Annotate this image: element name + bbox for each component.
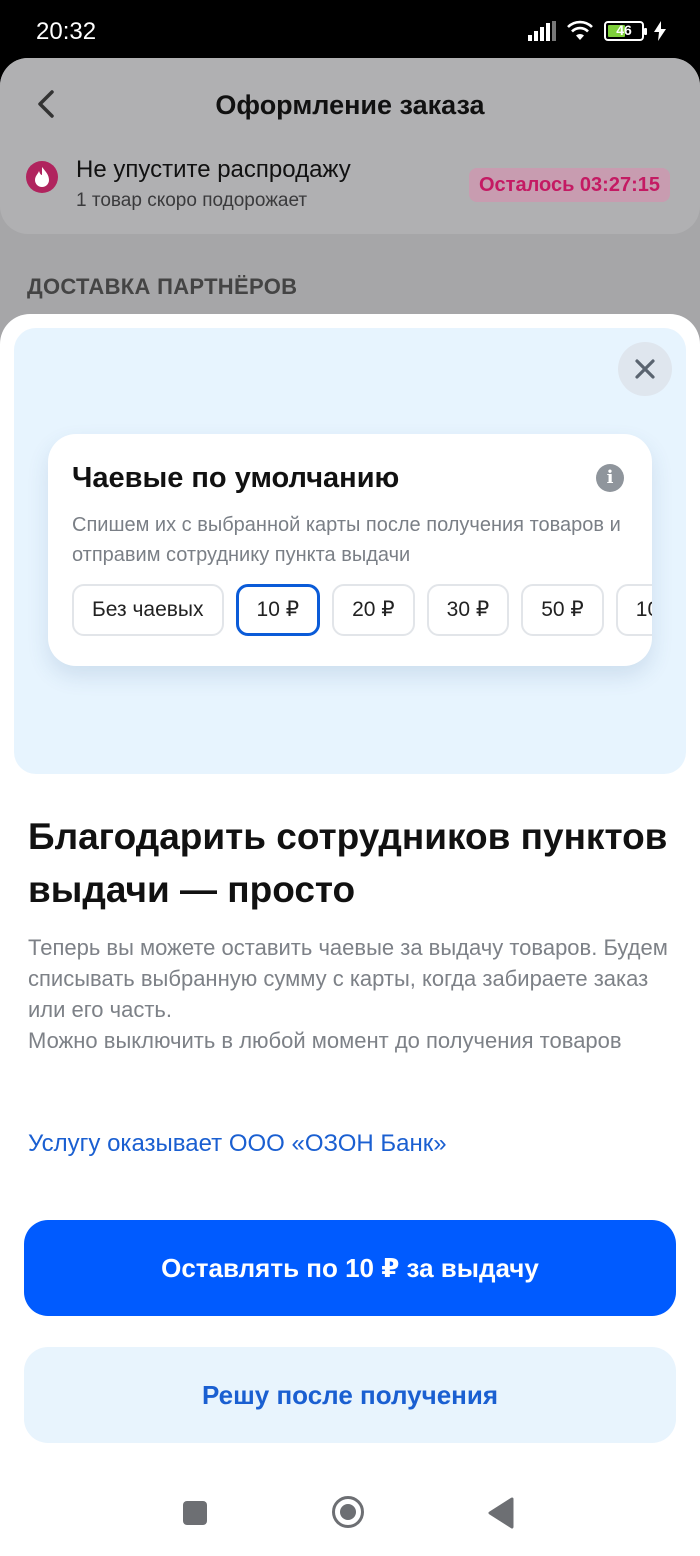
recents-icon[interactable] <box>183 1501 207 1525</box>
default-tips-card: Чаевые по умолчанию i Спишем их с выбран… <box>48 434 652 666</box>
tip-option-10: 10 ₽ <box>235 584 321 636</box>
close-icon <box>635 359 655 379</box>
sale-timer-badge: Осталось 03:27:15 <box>468 168 670 202</box>
tip-option-30: 30 ₽ <box>426 584 510 636</box>
description-paragraph: Теперь вы можете оставить чаевые за выда… <box>28 935 668 1022</box>
fire-icon <box>26 161 58 193</box>
promo-illustration: Чаевые по умолчанию i Спишем их с выбран… <box>14 328 686 774</box>
tips-card-title: Чаевые по умолчанию <box>72 462 400 494</box>
tips-card-description: Спишем их с выбранной карты после получе… <box>72 514 621 566</box>
tip-options: Без чаевых 10 ₽ 20 ₽ 30 ₽ 50 ₽ 100 ₽ <box>72 584 652 636</box>
status-bar: 20:32 46 <box>0 0 700 62</box>
sheet-headline: Благодарить сотрудников пунктов выдачи —… <box>28 816 668 910</box>
sheet-description: Теперь вы можете оставить чаевые за выда… <box>28 932 678 1056</box>
tip-option-none: Без чаевых <box>72 584 224 636</box>
home-icon[interactable] <box>331 1495 365 1529</box>
tip-option-50: 50 ₽ <box>521 584 604 636</box>
back-nav-icon[interactable] <box>486 1496 516 1530</box>
page-title: Оформление заказа <box>215 90 485 120</box>
charging-icon <box>654 21 666 41</box>
delivery-section-heading: ДОСТАВКА ПАРТНЁРОВ <box>27 274 298 299</box>
sale-subtitle: 1 товар скоро подорожает <box>76 190 308 211</box>
tip-option-20: 20 ₽ <box>332 584 415 636</box>
status-icons: 46 <box>528 20 666 42</box>
signal-icon <box>528 21 556 41</box>
enable-tips-button[interactable]: Оставлять по 10 ₽ за выдачу <box>24 1220 676 1316</box>
decide-later-button[interactable]: Решу после получения <box>24 1347 676 1443</box>
system-nav-bar <box>0 1474 700 1556</box>
tip-option-100: 100 ₽ <box>615 584 652 636</box>
clock: 20:32 <box>36 18 97 45</box>
checkout-header: Оформление заказа Не упустите распродажу… <box>0 58 700 234</box>
battery-icon: 46 <box>604 21 647 41</box>
sale-title: Не упустите распродажу <box>76 156 351 183</box>
wifi-icon <box>567 20 593 40</box>
info-icon: i <box>596 464 624 492</box>
close-button[interactable] <box>618 342 672 396</box>
bank-info-link[interactable]: Услугу оказывает ООО «ОЗОН Банк» <box>28 1130 447 1158</box>
description-paragraph: Можно выключить в любой момент до получе… <box>28 1028 622 1053</box>
tips-bottom-sheet: Чаевые по умолчанию i Спишем их с выбран… <box>0 314 700 1556</box>
battery-level: 46 <box>616 22 632 38</box>
